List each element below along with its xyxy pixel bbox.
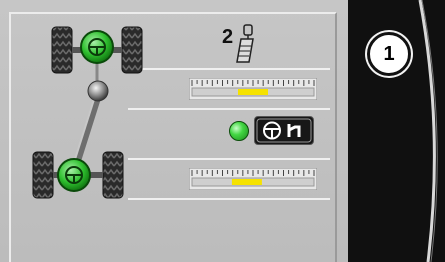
steering-calibration-screen: 2 1 bbox=[0, 0, 445, 262]
page-number-badge: 1 bbox=[367, 32, 411, 76]
